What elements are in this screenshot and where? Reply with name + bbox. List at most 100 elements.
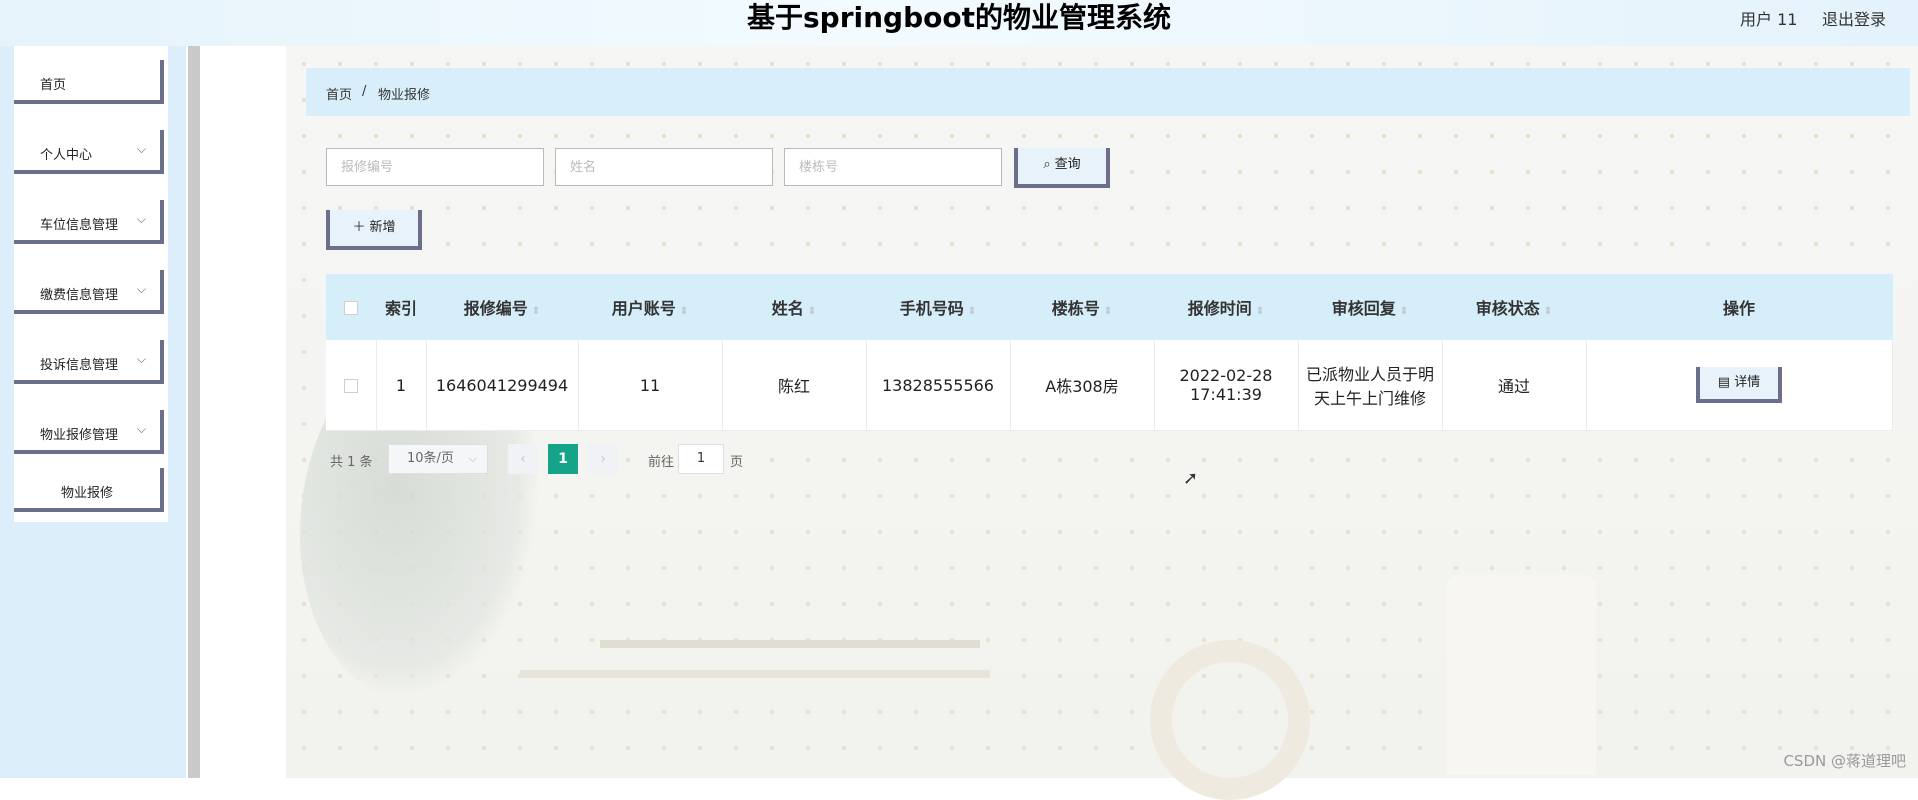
current-user-label: 用户 11 — [1740, 10, 1798, 29]
sidebar-item-label: 车位信息管理 — [40, 218, 119, 233]
column-header-account[interactable]: 用户账号 ⇕ — [578, 274, 723, 340]
logout-link[interactable]: 退出登录 — [1822, 6, 1886, 30]
cell-name: 陈红 — [722, 340, 867, 431]
chevron-down-icon: ⌵ — [136, 212, 146, 226]
breadcrumb-current: 物业报修 — [378, 88, 431, 103]
background-vase-decoration — [1446, 575, 1596, 775]
cell-account: 11 — [578, 340, 723, 431]
sidebar-item-complaint-management[interactable]: 投诉信息管理 ⌵ — [14, 340, 164, 384]
query-button[interactable]: ⌕ 查询 — [1014, 148, 1110, 188]
chevron-down-icon: ⌵ — [136, 352, 146, 366]
detail-button-label: 详情 — [1734, 375, 1761, 390]
table-row: 1 1646041299494 11 陈红 13828555566 A栋308房… — [326, 340, 1893, 431]
cell-reply: 已派物业人员于明天上午上门维修 — [1298, 340, 1443, 431]
cell-building: A栋308房 — [1010, 340, 1155, 431]
sidebar-item-personal-center[interactable]: 个人中心 ⌵ — [14, 130, 164, 174]
prev-page-button[interactable]: ‹ — [508, 444, 538, 474]
column-header-label: 审核状态 — [1475, 299, 1540, 318]
sort-icon[interactable]: ⇕ — [968, 306, 976, 317]
table-header-row: 索引 报修编号 ⇕ 用户账号 ⇕ 姓名 ⇕ 手机号码 ⇕ 楼栋号 ⇕ 报修时间 ⇕ 审核回复… — [326, 274, 1893, 340]
column-header-label: 报修时间 — [1187, 299, 1252, 318]
watermark: CSDN @蒋道理吧 — [1783, 752, 1906, 770]
sort-icon[interactable]: ⇕ — [1104, 306, 1112, 317]
sidebar-item-label: 缴费信息管理 — [40, 288, 119, 303]
breadcrumb: 首页 / 物业报修 — [306, 68, 1910, 116]
background-shelf-decoration — [600, 640, 980, 648]
sort-icon[interactable]: ⇕ — [1400, 306, 1408, 317]
goto-label: 前往 — [648, 455, 675, 470]
chevron-down-icon: ⌵ — [468, 452, 477, 465]
building-search-input[interactable] — [784, 148, 1002, 186]
pagination-total: 共 1 条 — [330, 455, 373, 470]
sidebar-item-label: 投诉信息管理 — [40, 358, 119, 373]
column-header-index: 索引 — [376, 274, 427, 340]
sidebar-scrollbar[interactable] — [188, 46, 200, 778]
sort-icon[interactable]: ⇕ — [1544, 306, 1552, 317]
name-search-input[interactable] — [555, 148, 773, 186]
query-button-label: 查询 — [1054, 157, 1081, 172]
cell-time: 2022-02-28 17:41:39 — [1154, 340, 1299, 431]
cell-phone: 13828555566 — [866, 340, 1011, 431]
row-select-cell — [326, 340, 377, 431]
column-header-actions: 操作 — [1586, 274, 1893, 340]
column-header-status[interactable]: 审核状态 ⇕ — [1442, 274, 1587, 340]
sidebar-item-label: 物业报修 — [60, 486, 113, 501]
document-icon: ▤ — [1717, 375, 1735, 390]
cell-index: 1 — [376, 340, 427, 431]
sidebar-item-label: 物业报修管理 — [40, 428, 119, 443]
background-shelf-decoration — [520, 670, 990, 678]
sort-icon[interactable]: ⇕ — [1256, 306, 1264, 317]
column-header-building[interactable]: 楼栋号 ⇕ — [1010, 274, 1155, 340]
sidebar-menu: 首页 个人中心 ⌵ 车位信息管理 ⌵ 缴费信息管理 ⌵ 投诉信息管理 ⌵ 物业报… — [14, 46, 168, 522]
breadcrumb-home[interactable]: 首页 — [326, 84, 352, 103]
sidebar-item-payment-management[interactable]: 缴费信息管理 ⌵ — [14, 270, 164, 314]
column-header-name[interactable]: 姓名 ⇕ — [722, 274, 867, 340]
sidebar-subitem-repair[interactable]: 物业报修 — [14, 468, 164, 512]
add-button[interactable]: ＋新增 — [326, 210, 422, 250]
chevron-right-icon: › — [600, 451, 606, 467]
breadcrumb-separator: / — [362, 84, 367, 99]
sidebar-item-label: 个人中心 — [40, 148, 93, 163]
sort-icon[interactable]: ⇕ — [680, 306, 688, 317]
page-size-select[interactable]: 10条/页 ⌵ — [388, 444, 488, 474]
column-header-label: 手机号码 — [899, 299, 964, 318]
column-header-label: 审核回复 — [1331, 299, 1396, 318]
background-ring-decoration — [1150, 640, 1310, 800]
sort-icon[interactable]: ⇕ — [808, 306, 816, 317]
column-header-reply[interactable]: 审核回复 ⇕ — [1298, 274, 1443, 340]
column-header-label: 报修编号 — [463, 299, 528, 318]
mouse-pointer-icon: ➚ — [1183, 468, 1199, 489]
sidebar-item-repair-management[interactable]: 物业报修管理 ⌵ — [14, 410, 164, 454]
cell-actions: ▤ 详情 — [1586, 340, 1893, 431]
column-header-repair-no[interactable]: 报修编号 ⇕ — [426, 274, 579, 340]
sidebar-item-home[interactable]: 首页 — [14, 60, 164, 104]
top-bar: 基于springboot的物业管理系统 用户 11 退出登录 — [0, 0, 1918, 46]
cell-repair-no: 1646041299494 — [426, 340, 579, 431]
column-header-label: 用户账号 — [611, 299, 676, 318]
next-page-button[interactable]: › — [588, 444, 618, 474]
repair-no-search-input[interactable] — [326, 148, 544, 186]
page-unit-label: 页 — [730, 455, 744, 470]
cell-status: 通过 — [1442, 340, 1587, 431]
chevron-left-icon: ‹ — [520, 451, 526, 467]
repair-table: 索引 报修编号 ⇕ 用户账号 ⇕ 姓名 ⇕ 手机号码 ⇕ 楼栋号 ⇕ 报修时间 ⇕ 审核回复… — [326, 274, 1893, 431]
column-header-time[interactable]: 报修时间 ⇕ — [1154, 274, 1299, 340]
detail-button[interactable]: ▤ 详情 — [1696, 367, 1782, 403]
sort-icon[interactable]: ⇕ — [532, 306, 540, 317]
sidebar-item-label: 首页 — [40, 78, 67, 93]
chevron-down-icon: ⌵ — [136, 282, 146, 296]
column-header-phone[interactable]: 手机号码 ⇕ — [866, 274, 1011, 340]
chevron-down-icon: ⌵ — [136, 422, 146, 436]
current-page-button[interactable]: 1 — [548, 444, 578, 474]
app-title: 基于springboot的物业管理系统 — [747, 1, 1171, 34]
add-button-label: 新增 — [369, 220, 396, 235]
sidebar-item-parking-management[interactable]: 车位信息管理 ⌵ — [14, 200, 164, 244]
select-all-checkbox[interactable] — [343, 301, 358, 315]
row-checkbox[interactable] — [343, 379, 358, 393]
column-header-label: 楼栋号 — [1051, 299, 1100, 318]
sidebar-gap — [200, 46, 286, 778]
select-all-cell — [326, 274, 377, 340]
chevron-down-icon: ⌵ — [136, 142, 146, 156]
goto-page-input[interactable]: 1 — [678, 444, 724, 474]
search-icon: ⌕ — [1043, 157, 1051, 172]
